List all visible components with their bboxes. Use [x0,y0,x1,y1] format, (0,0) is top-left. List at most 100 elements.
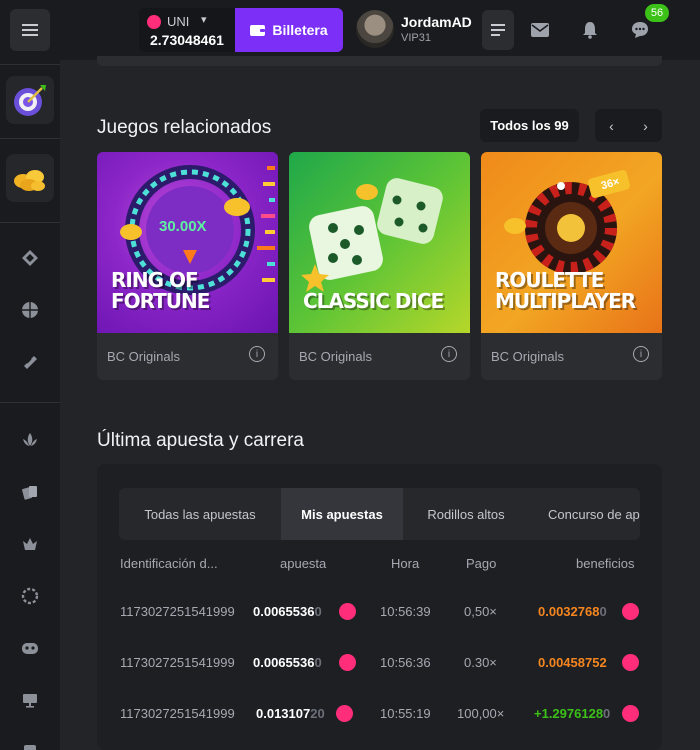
sidebar-divider [0,222,60,223]
sidebar-item-esports[interactable] [18,428,42,452]
coin-icon [622,654,639,671]
game-provider: BC Originals [107,349,180,364]
basketball-icon [22,302,38,318]
carousel-nav: ‹ › [595,109,662,142]
cards-icon [22,486,37,500]
bet-time: 10:56:39 [380,604,431,619]
coin-icon [622,603,639,620]
tab-my-bets[interactable]: Mis apuestas [281,488,403,540]
bet-payout: 0.30× [464,655,497,670]
game-card-ring-of-fortune[interactable]: 30.00X RING OF FORTUNE BC Originals i [97,152,278,380]
bet-time: 10:55:19 [380,706,431,721]
column-header-time: Hora [391,556,420,571]
mail-button[interactable] [524,10,556,50]
sidebar-item-sports[interactable] [18,246,42,270]
chevron-left-icon[interactable]: ‹ [595,109,628,142]
tab-all-bets[interactable]: Todas las apuestas [119,488,281,540]
target-dart-icon [14,85,46,116]
sidebar-item-promotions[interactable] [6,154,54,202]
sidebar-item-tickets[interactable] [18,350,42,374]
sidebar-divider [0,402,60,403]
gamepad-icon [22,643,38,654]
wallet-icon [250,24,266,36]
avatar[interactable] [356,10,394,48]
list-button[interactable] [482,10,514,50]
multiplier-label: 30.00X [159,218,207,235]
game-title-line1: CLASSIC DICE [303,289,444,313]
game-provider: BC Originals [299,349,372,364]
leaf-icon [23,433,37,446]
related-games-title: Juegos relacionados [97,117,272,138]
menu-button[interactable] [10,9,50,51]
wallet-label: Billetera [272,22,328,38]
bet-payout: 100,00× [457,706,505,721]
sport-ball-icon [22,250,38,266]
uni-coin-icon [147,15,161,29]
column-header-id: Identificación d... [120,556,218,571]
sidebar [0,0,60,750]
chat-icon [632,22,648,38]
wallet-button[interactable]: Billetera [235,8,343,52]
game-card-roulette-multiplayer[interactable]: 36× ROULETTE MULTIPLAYER BC Originals i [481,152,662,380]
column-header-bet: apuesta [280,556,327,571]
game-title-line1: RING OF [111,268,199,292]
bet-id[interactable]: 1173027251541999 [120,655,235,670]
sidebar-divider [0,64,60,65]
balance-amount: 2.73048461 [150,32,224,48]
monitor-icon [23,694,37,708]
sidebar-item-cards[interactable] [18,480,42,504]
tab-wager-contest[interactable]: Concurso de apuesta [529,488,640,540]
info-icon[interactable]: i [633,346,649,362]
bet-amount: 0.00655360 [253,604,322,619]
previous-section-card [97,56,662,66]
info-icon[interactable]: i [249,346,265,362]
vip-level: VIP31 [401,32,431,44]
bet-time: 10:56:36 [380,655,431,670]
sidebar-item-basketball[interactable] [18,298,42,322]
bet-id[interactable]: 1173027251541999 [120,604,235,619]
game-title-line2: MULTIPLAYER [495,289,636,313]
info-icon[interactable]: i [441,346,457,362]
coin-icon [622,705,639,722]
username[interactable]: JordamAD [401,14,472,30]
tab-high-rollers[interactable]: Rodillos altos [403,488,529,540]
balance-selector[interactable]: UNI ▾ 2.73048461 [139,8,235,52]
game-title-line1: ROULETTE [495,268,604,292]
sidebar-item-gamepad[interactable] [18,636,42,660]
mail-icon [531,23,549,37]
coin-icon [339,654,356,671]
notifications-button[interactable] [574,10,606,50]
hamburger-icon [22,24,38,36]
bet-profit: 0.00458752 [538,655,607,670]
bets-section-title: Última apuesta y carrera [97,430,304,451]
sidebar-item-settings[interactable] [18,584,42,608]
bet-amount: 0.00655360 [253,655,322,670]
bet-profit: +1.29761280 [534,706,611,721]
bet-id[interactable]: 1173027251541999 [120,706,235,721]
bet-payout: 0,50× [464,604,497,619]
sidebar-item-vip[interactable] [18,532,42,556]
sidebar-item-stats[interactable] [18,688,42,712]
see-all-button[interactable]: Todos los 99 [480,109,579,142]
column-header-payout: Pago [466,556,497,571]
coin-icon [336,705,353,722]
bell-icon [583,22,597,39]
game-card-classic-dice[interactable]: CLASSIC DICE BC Originals i [289,152,470,380]
column-header-profit: beneficios [576,556,635,571]
crown-icon [23,538,37,550]
list-icon [491,24,505,36]
notification-badge: 56 [645,4,669,22]
game-provider: BC Originals [491,349,564,364]
bet-tabs: Todas las apuestas Mis apuestas Rodillos… [119,488,640,540]
sidebar-item-bingo[interactable] [6,76,54,124]
dotted-circle-icon [21,587,39,605]
chevron-right-icon[interactable]: › [629,109,662,142]
game-thumbnail: 30.00X RING OF FORTUNE [97,152,278,333]
gold-coins-icon [14,170,45,191]
square-icon [24,745,36,750]
sidebar-divider [0,138,60,139]
chevron-down-icon: ▾ [201,14,207,26]
sidebar-item-more[interactable] [18,740,42,750]
coin-icon [339,603,356,620]
bet-amount: 0.01310720 [256,706,325,721]
